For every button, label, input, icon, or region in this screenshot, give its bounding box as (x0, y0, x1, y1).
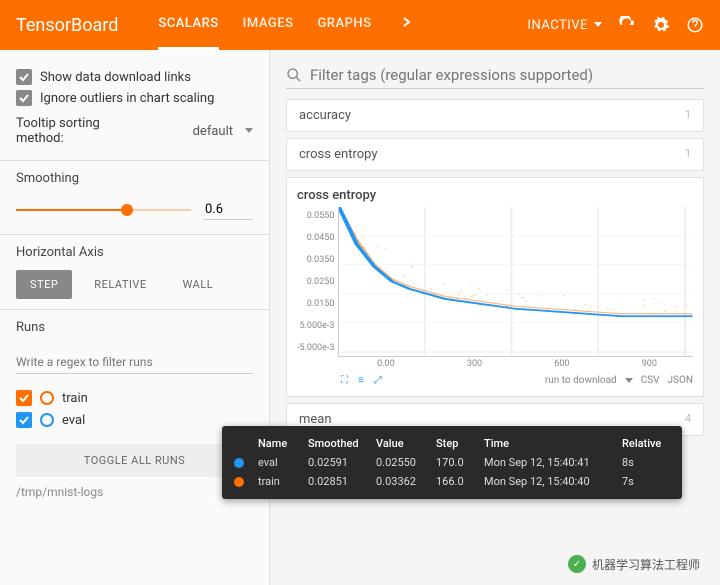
tab-images[interactable]: IMAGES (243, 0, 294, 50)
axis-step-button[interactable]: STEP (16, 270, 72, 299)
refresh-icon[interactable] (618, 16, 636, 34)
smoothing-label: Smoothing (16, 171, 253, 186)
show-download-checkbox[interactable]: Show data download links (16, 69, 253, 85)
logdir-path: /tmp/mnist-logs (16, 485, 253, 499)
run-download-select[interactable]: run to download (545, 375, 617, 386)
series-dot-icon (234, 458, 244, 468)
toggle-runs-button[interactable]: TOGGLE ALL RUNS (16, 444, 253, 477)
run-train[interactable]: train (16, 390, 253, 406)
run-eval[interactable]: eval (16, 412, 253, 428)
run-label: train (62, 391, 88, 406)
radio-icon[interactable] (40, 413, 54, 427)
radio-icon[interactable] (40, 391, 54, 405)
axis-relative-button[interactable]: RELATIVE (80, 270, 160, 299)
tooltip-sort-value: default (193, 124, 233, 139)
card-count: 1 (685, 108, 691, 123)
tab-graphs[interactable]: GRAPHS (317, 0, 371, 50)
sidebar: Show data download links Ignore outliers… (0, 50, 270, 585)
list-icon[interactable]: ≡ (358, 375, 364, 386)
card-count: 1 (685, 147, 691, 162)
inactive-dropdown[interactable]: INACTIVE (527, 18, 602, 33)
opt2-label: Ignore outliers in chart scaling (40, 91, 214, 106)
tooltip-row: eval0.025910.02550170.0Mon Sep 12, 15:40… (234, 453, 670, 472)
app-title: TensorBoard (16, 15, 118, 36)
header-right: INACTIVE (527, 16, 704, 34)
search-icon (286, 67, 302, 83)
chart-title: cross entropy (297, 188, 693, 203)
help-icon[interactable] (686, 16, 704, 34)
fullscreen-icon[interactable]: ⤢ (374, 375, 382, 386)
tooltip-sort-select[interactable]: default (193, 124, 253, 139)
csv-link[interactable]: CSV (641, 375, 660, 386)
card-title: cross entropy (299, 147, 378, 162)
wechat-icon: ✓ (568, 555, 586, 573)
card-accuracy[interactable]: accuracy 1 (286, 99, 704, 132)
runs-label: Runs (16, 320, 253, 335)
chevron-right-icon[interactable] (396, 0, 418, 50)
card-title: accuracy (299, 108, 351, 123)
card-title: mean (299, 412, 332, 427)
expand-icon[interactable]: ⛶ (341, 375, 348, 386)
y-ticks: 0.05500.04500.03500.02500.01505.000e-3-5… (297, 207, 338, 357)
smoothing-slider[interactable] (16, 209, 191, 211)
tooltip-sort-label: Tooltip sorting method: (16, 116, 116, 146)
tag-search-input[interactable] (310, 66, 704, 84)
haxis-label: Horizontal Axis (16, 245, 253, 260)
tag-search[interactable] (286, 62, 704, 89)
chart-cross-entropy: cross entropy 0.05500.04500.03500.02500.… (286, 177, 704, 397)
main-panel: accuracy 1 cross entropy 1 cross entropy 0… (270, 50, 720, 585)
app-header: TensorBoard SCALARS IMAGES GRAPHS INACTI… (0, 0, 720, 50)
ignore-outliers-checkbox[interactable]: Ignore outliers in chart scaling (16, 90, 253, 106)
tooltip-row: train0.028510.03362166.0Mon Sep 12, 15:4… (234, 472, 670, 491)
chart-tooltip: NameSmoothedValueStepTimeRelative eval0.… (222, 426, 682, 499)
card-cross-entropy[interactable]: cross entropy 1 (286, 138, 704, 171)
gear-icon[interactable] (652, 16, 670, 34)
series-dot-icon (234, 477, 244, 487)
card-count: 4 (685, 412, 691, 427)
run-label: eval (62, 413, 85, 428)
tab-scalars[interactable]: SCALARS (158, 0, 218, 50)
axis-wall-button[interactable]: WALL (169, 270, 228, 299)
chart-toolbar: ⛶ ≡ ⤢ run to download CSV JSON (341, 375, 693, 386)
smoothing-input[interactable] (203, 200, 253, 220)
header-tabs: SCALARS IMAGES GRAPHS (158, 0, 417, 50)
plot-area[interactable] (338, 207, 693, 357)
x-ticks: 0.00300600900 (341, 359, 693, 369)
watermark: ✓机器学习算法工程师 (568, 555, 700, 573)
runs-filter-input[interactable] (16, 351, 253, 374)
inactive-label: INACTIVE (527, 18, 588, 33)
opt1-label: Show data download links (40, 70, 191, 85)
json-link[interactable]: JSON (668, 375, 693, 386)
